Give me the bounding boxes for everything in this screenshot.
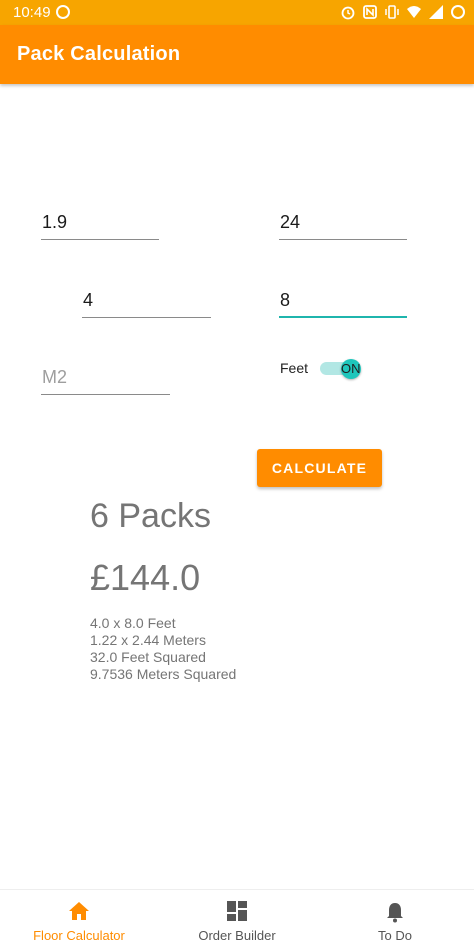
home-icon bbox=[69, 902, 89, 920]
page-title: Pack Calculation bbox=[17, 43, 181, 65]
battery-icon bbox=[450, 4, 466, 20]
alarm-icon bbox=[340, 4, 356, 20]
signal-icon bbox=[428, 4, 444, 20]
width-input[interactable] bbox=[41, 206, 159, 239]
nav-label: Floor Calculator bbox=[33, 928, 125, 943]
feet-toggle[interactable]: ON bbox=[320, 359, 362, 379]
length-input[interactable] bbox=[82, 284, 211, 317]
feet-label: Feet bbox=[280, 360, 309, 376]
bottom-navigation: Floor Calculator Order Builder To Do bbox=[0, 889, 474, 949]
width-field-container bbox=[41, 206, 159, 240]
toggle-state-text: ON bbox=[341, 361, 361, 376]
status-bar: 10:49 bbox=[0, 0, 474, 25]
wifi-icon bbox=[406, 4, 422, 20]
nav-label: To Do bbox=[378, 928, 412, 943]
dashboard-icon bbox=[227, 901, 247, 921]
sync-icon bbox=[56, 5, 70, 19]
nfc-icon bbox=[362, 4, 378, 20]
area-meters-text: 9.7536 Meters Squared bbox=[90, 666, 237, 682]
area-input[interactable] bbox=[41, 361, 170, 394]
app-bar: Pack Calculation bbox=[0, 25, 474, 84]
nav-label: Order Builder bbox=[198, 928, 276, 943]
price-result: £144.0 bbox=[90, 557, 201, 598]
height-input[interactable] bbox=[279, 284, 407, 316]
packs-result: 6 Packs bbox=[90, 497, 211, 535]
nav-floor-calculator[interactable]: Floor Calculator bbox=[0, 890, 158, 950]
nav-order-builder[interactable]: Order Builder bbox=[158, 890, 316, 950]
nav-to-do[interactable]: To Do bbox=[316, 890, 474, 950]
calculate-button[interactable]: CALCULATE bbox=[257, 449, 382, 487]
area-feet-text: 32.0 Feet Squared bbox=[90, 649, 206, 665]
dimension-meters-text: 1.22 x 2.44 Meters bbox=[90, 632, 206, 648]
area-field-container bbox=[41, 361, 170, 395]
length-field-container bbox=[82, 284, 211, 318]
status-time: 10:49 bbox=[13, 4, 51, 21]
dimension-feet-text: 4.0 x 8.0 Feet bbox=[90, 615, 176, 631]
vibrate-icon bbox=[384, 4, 400, 20]
price-input[interactable] bbox=[279, 206, 407, 239]
height-field-container bbox=[279, 284, 407, 318]
bell-icon bbox=[387, 903, 403, 923]
price-field-container bbox=[279, 206, 407, 240]
status-icons bbox=[340, 4, 466, 20]
